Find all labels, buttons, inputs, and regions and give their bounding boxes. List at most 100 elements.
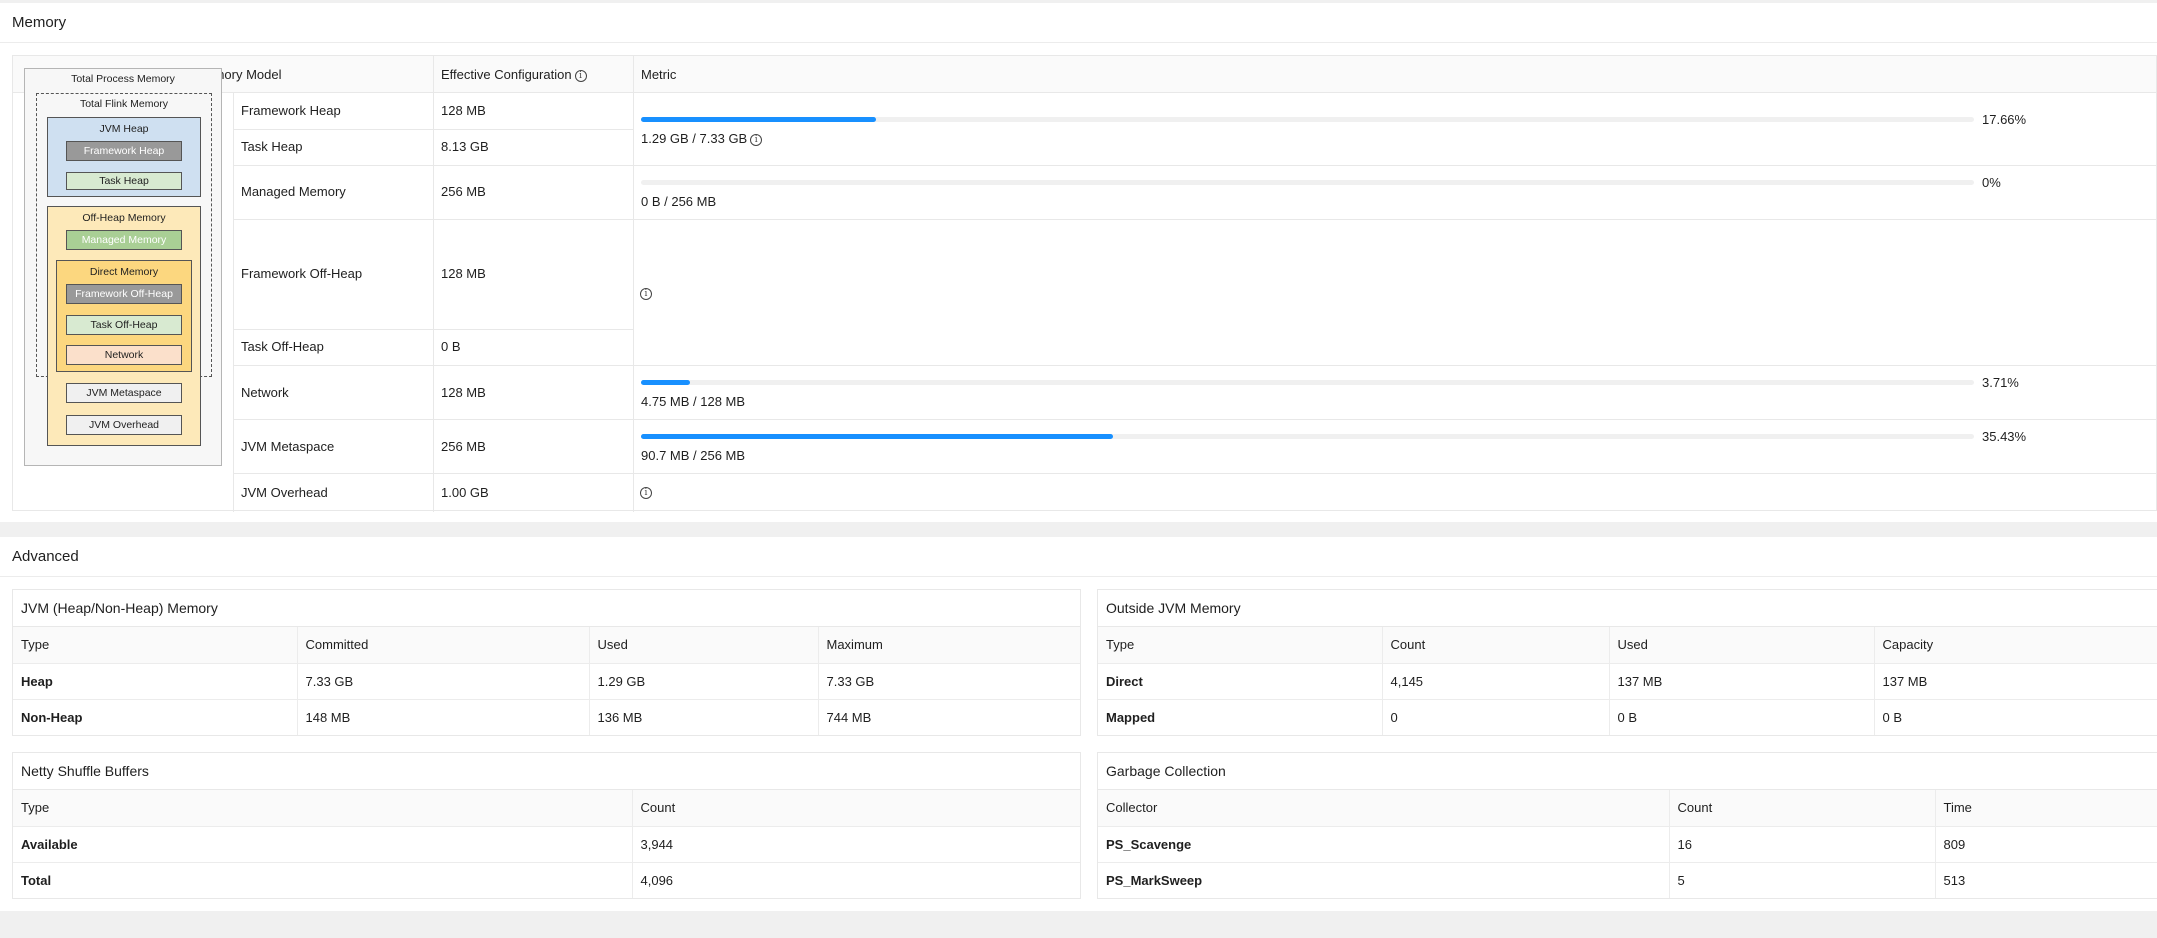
diagram-network: Network [66,345,182,365]
memory-title: Memory [0,3,2157,43]
netty-shuffle-buffers-title: Netty Shuffle Buffers [13,753,1080,790]
table-cell: PS_MarkSweep [1098,862,1670,898]
diagram-total-flink-memory: Total Flink Memory [79,98,169,110]
column-header: Type [13,790,633,827]
table-cell: 137 MB [1609,663,1875,700]
row-name-network: Network [241,385,289,400]
jvm-memory-table: Type Committed Used Maximum Heap 7.33 GB… [13,627,1080,735]
heap-progress-fill [641,117,877,122]
column-header: Type [1098,627,1383,664]
diagram-task-heap: Task Heap [66,172,182,190]
column-header: Committed [297,627,590,664]
table-cell: Heap [13,663,298,700]
row-value-network: 128 MB [441,385,486,400]
table-row: Available 3,944 [13,826,1080,863]
jvm-memory-title: JVM (Heap/Non-Heap) Memory [13,590,1080,627]
diagram-framework-heap: Framework Heap [66,141,182,161]
heap-progress-bar [641,117,1974,122]
heap-percent: 17.66% [1982,112,2027,127]
table-cell: 4,145 [1382,663,1610,700]
table-row: Total 4,096 [13,862,1080,898]
network-progress-fill [641,380,691,385]
row-name-framework-heap: Framework Heap [241,103,341,118]
managed-usage: 0 B / 256 MB [641,194,717,209]
header-metric: Metric [641,67,677,82]
memory-card: Memory Flink Memory Model Effective Conf… [0,3,2157,522]
column-header: Count [1669,790,1936,827]
garbage-collection-card: Garbage Collection Collector Count Time … [1097,752,2157,899]
column-header: Type [13,627,298,664]
network-progress-bar [641,380,1974,385]
metaspace-percent: 35.43% [1982,429,2027,444]
table-cell: PS_Scavenge [1098,826,1670,863]
table-cell: 148 MB [297,699,590,735]
row-name-framework-off-heap: Framework Off-Heap [241,266,363,281]
row-name-task-off-heap: Task Off-Heap [241,339,324,354]
table-cell: Available [13,826,633,863]
row-value-framework-heap: 128 MB [441,103,486,118]
row-value-framework-off-heap: 128 MB [441,266,486,281]
info-icon[interactable]: i [574,69,587,82]
outside-jvm-memory-card: Outside JVM Memory Type Count Used Capac… [1097,589,2157,736]
table-row: Heap 7.33 GB 1.29 GB 7.33 GB [13,663,1080,700]
table-cell: Direct [1098,663,1383,700]
table-row: PS_Scavenge 16 809 [1098,826,2157,863]
row-name-task-heap: Task Heap [241,139,303,154]
table-cell: 5 [1669,862,1936,898]
column-header: Used [1609,627,1875,664]
row-name-jvm-overhead: JVM Overhead [241,485,328,500]
netty-shuffle-buffers-card: Netty Shuffle Buffers Type Count Availab… [12,752,1081,899]
advanced-card: Advanced JVM (Heap/Non-Heap) Memory Type… [0,537,2157,911]
column-header: Count [1382,627,1610,664]
column-header: Time [1935,790,2157,827]
metaspace-progress-bar [641,434,1974,439]
diagram-off-heap-memory: Off-Heap Memory [82,212,166,224]
table-cell: 0 B [1882,709,1903,725]
diagram-direct-memory: Direct Memory [89,266,159,278]
garbage-collection-table: Collector Count Time PS_Scavenge 16 809 … [1098,790,2157,898]
diagram-framework-off-heap: Framework Off-Heap [66,284,182,304]
table-row: Non-Heap 148 MB 136 MB 744 MB [13,699,1080,735]
memory-table: Flink Memory Model Effective Configurati… [12,55,2157,512]
network-usage: 4.75 MB / 128 MB [641,394,746,409]
garbage-collection-title: Garbage Collection [1098,753,2157,790]
table-cell: 137 MB [1874,663,2157,700]
info-icon[interactable]: i [750,133,763,146]
column-header: Maximum [818,627,1080,664]
table-cell: Total [13,862,633,898]
network-percent: 3.71% [1982,375,2019,390]
flink-memory-model-diagram: Total Process Memory Total Flink Memory … [24,68,222,466]
header-effective-configuration: Effective Configuration i [441,56,587,93]
outside-jvm-memory-title: Outside JVM Memory [1098,590,2157,627]
table-header-row: Type Committed Used Maximum [13,627,1080,664]
table-row: Direct 4,145 137 MB 137 MB [1098,663,2157,700]
heap-usage: 1.29 GB / 7.33 GB i [641,131,763,147]
info-icon[interactable]: i [640,486,652,499]
table-cell: 7.33 GB [818,663,1080,700]
table-cell: 1.29 GB [589,663,819,700]
advanced-title: Advanced [0,537,2157,577]
table-row: Mapped 0 0 B 0 B [1098,699,2157,735]
diagram-task-off-heap: Task Off-Heap [66,315,182,335]
row-value-task-heap: 8.13 GB [441,139,489,154]
table-cell: 3,944 [632,826,1080,863]
diagram-jvm-heap: JVM Heap [99,123,149,135]
table-cell: 4,096 [640,872,674,888]
memory-table-header: Flink Memory Model Effective Configurati… [13,56,2156,93]
row-value-jvm-overhead: 1.00 GB [441,485,489,500]
table-cell: 0 [1382,699,1610,735]
managed-progress-bar [641,180,1974,185]
table-cell: Non-Heap [13,699,298,735]
column-header: Used [589,627,819,664]
table-cell: 513 [1943,872,1966,888]
table-cell: 7.33 GB [297,663,590,700]
table-header-row: Collector Count Time [1098,790,2157,827]
info-icon[interactable]: i [640,287,652,300]
framework-off-heap-info: i [640,285,652,301]
diagram-managed-memory: Managed Memory [66,230,182,250]
table-header-row: Type Count [13,790,1080,827]
table-cell: 0 B [1609,699,1875,735]
row-value-managed-memory: 256 MB [441,184,486,199]
netty-shuffle-buffers-table: Type Count Available 3,944 Total 4,096 [13,790,1080,898]
column-header: Count [632,790,1080,827]
